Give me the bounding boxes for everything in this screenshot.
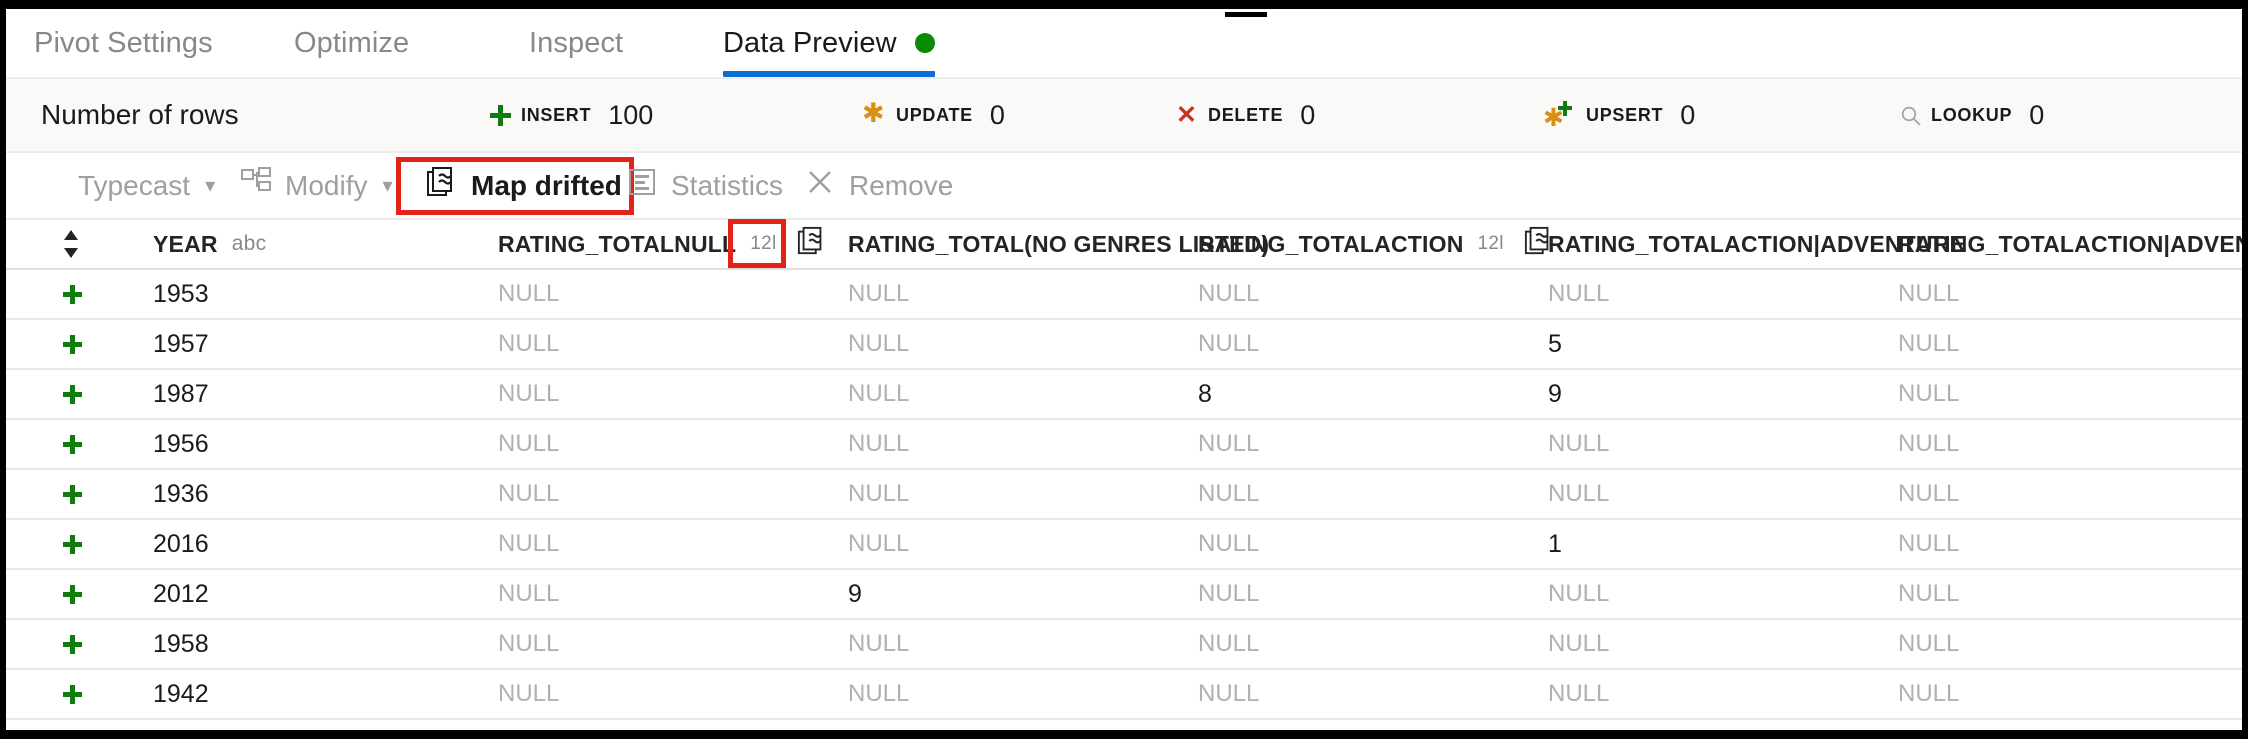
screenshot-root: Pivot Settings Optimize Inspect Data Previe… xyxy=(0,0,2248,739)
top-notch-marker xyxy=(1225,12,1267,17)
window-frame xyxy=(0,0,2248,739)
